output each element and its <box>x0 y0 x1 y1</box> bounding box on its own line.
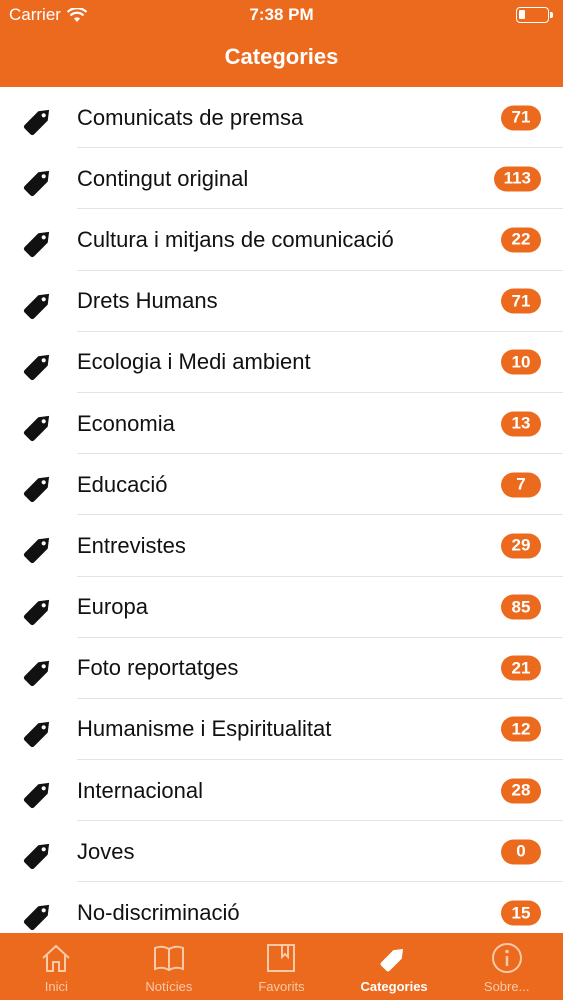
count-badge: 13 <box>501 411 541 437</box>
count-badge: 10 <box>501 349 541 375</box>
count-badge: 12 <box>501 716 541 742</box>
tag-icon <box>20 713 58 749</box>
category-row[interactable]: Internacional 28 <box>0 760 563 822</box>
category-row[interactable]: Europa 85 <box>0 577 563 638</box>
category-name: Contingut original <box>77 165 249 191</box>
count-badge: 71 <box>501 105 541 131</box>
count-badge: 22 <box>501 227 541 253</box>
category-row[interactable]: Economia 13 <box>0 393 563 455</box>
category-row[interactable]: Humanisme i Espiritualitat 12 <box>0 699 563 761</box>
category-name: Educació <box>77 471 168 497</box>
tab-categories[interactable]: Categories <box>338 933 451 1000</box>
category-row[interactable]: Foto reportatges 21 <box>0 638 563 699</box>
category-name: Drets Humans <box>77 288 218 314</box>
tab-label: Sobre... <box>483 979 530 994</box>
tab-notcies[interactable]: Notícies <box>113 933 226 1000</box>
tag-icon <box>20 652 58 688</box>
tag-icon <box>20 346 58 382</box>
tag-icon <box>20 223 58 259</box>
category-name: Ecologia i Medi ambient <box>77 349 311 375</box>
status-bar: Carrier 7:38 PM <box>0 0 563 30</box>
category-name: No-discriminació <box>77 900 240 926</box>
category-list[interactable]: Comunicats de premsa 71 Contingut origin… <box>0 87 563 933</box>
tab-favorits[interactable]: Favorits <box>225 933 338 1000</box>
tag-icon <box>20 101 58 137</box>
clock: 7:38 PM <box>249 5 314 24</box>
count-badge: 0 <box>501 839 541 865</box>
count-badge: 113 <box>493 166 541 192</box>
category-name: Europa <box>77 594 148 620</box>
category-name: Foto reportatges <box>77 655 239 681</box>
tag-icon <box>20 407 58 443</box>
count-badge: 28 <box>501 778 541 804</box>
count-badge: 7 <box>501 472 541 498</box>
tab-inici[interactable]: Inici <box>0 933 113 1000</box>
category-row[interactable]: Educació 7 <box>0 454 563 516</box>
count-badge: 21 <box>501 655 541 681</box>
bookmark-icon <box>264 941 298 975</box>
count-badge: 29 <box>501 533 541 559</box>
tab-label: Categories <box>360 979 428 994</box>
battery-icon <box>516 7 553 23</box>
tab-bar: Inici Notícies Favorits Categories Sobre… <box>0 933 563 1000</box>
category-row[interactable]: Ecologia i Medi ambient 10 <box>0 332 563 393</box>
navigation-header: Carrier 7:38 PM Categories <box>0 0 563 87</box>
book-icon <box>152 941 186 975</box>
info-icon <box>490 941 524 975</box>
tag-icon <box>20 835 58 871</box>
category-row[interactable]: No-discriminació 15 <box>0 882 563 933</box>
count-badge: 71 <box>501 288 541 314</box>
tab-sobre[interactable]: Sobre... <box>450 933 563 1000</box>
tag-icon <box>20 591 58 627</box>
category-row[interactable]: Entrevistes 29 <box>0 515 563 577</box>
category-row[interactable]: Comunicats de premsa 71 <box>0 87 563 149</box>
category-name: Internacional <box>77 777 203 803</box>
tab-label: Favorits <box>258 979 305 994</box>
tab-label: Notícies <box>145 979 193 994</box>
tag-icon <box>20 529 58 565</box>
page-title: Categories <box>224 44 339 69</box>
home-icon <box>39 941 73 975</box>
tab-label: Inici <box>44 979 68 994</box>
count-badge: 85 <box>501 594 541 620</box>
tag-icon <box>20 896 58 932</box>
category-row[interactable]: Contingut original 113 <box>0 148 563 210</box>
category-name: Cultura i mitjans de comunicació <box>77 226 394 252</box>
count-badge: 15 <box>501 900 541 926</box>
category-row[interactable]: Drets Humans 71 <box>0 271 563 332</box>
tag-icon <box>20 162 58 198</box>
category-name: Joves <box>77 838 135 864</box>
tag-icon <box>20 468 58 504</box>
category-row[interactable]: Cultura i mitjans de comunicació 22 <box>0 209 563 271</box>
tag-icon <box>20 774 58 810</box>
category-name: Humanisme i Espiritualitat <box>77 716 332 742</box>
tag-icon <box>20 285 58 321</box>
category-name: Entrevistes <box>77 532 186 558</box>
tag-icon <box>377 941 411 975</box>
category-row[interactable]: Joves 0 <box>0 821 563 883</box>
category-name: Economia <box>77 410 175 436</box>
category-name: Comunicats de premsa <box>77 104 304 130</box>
